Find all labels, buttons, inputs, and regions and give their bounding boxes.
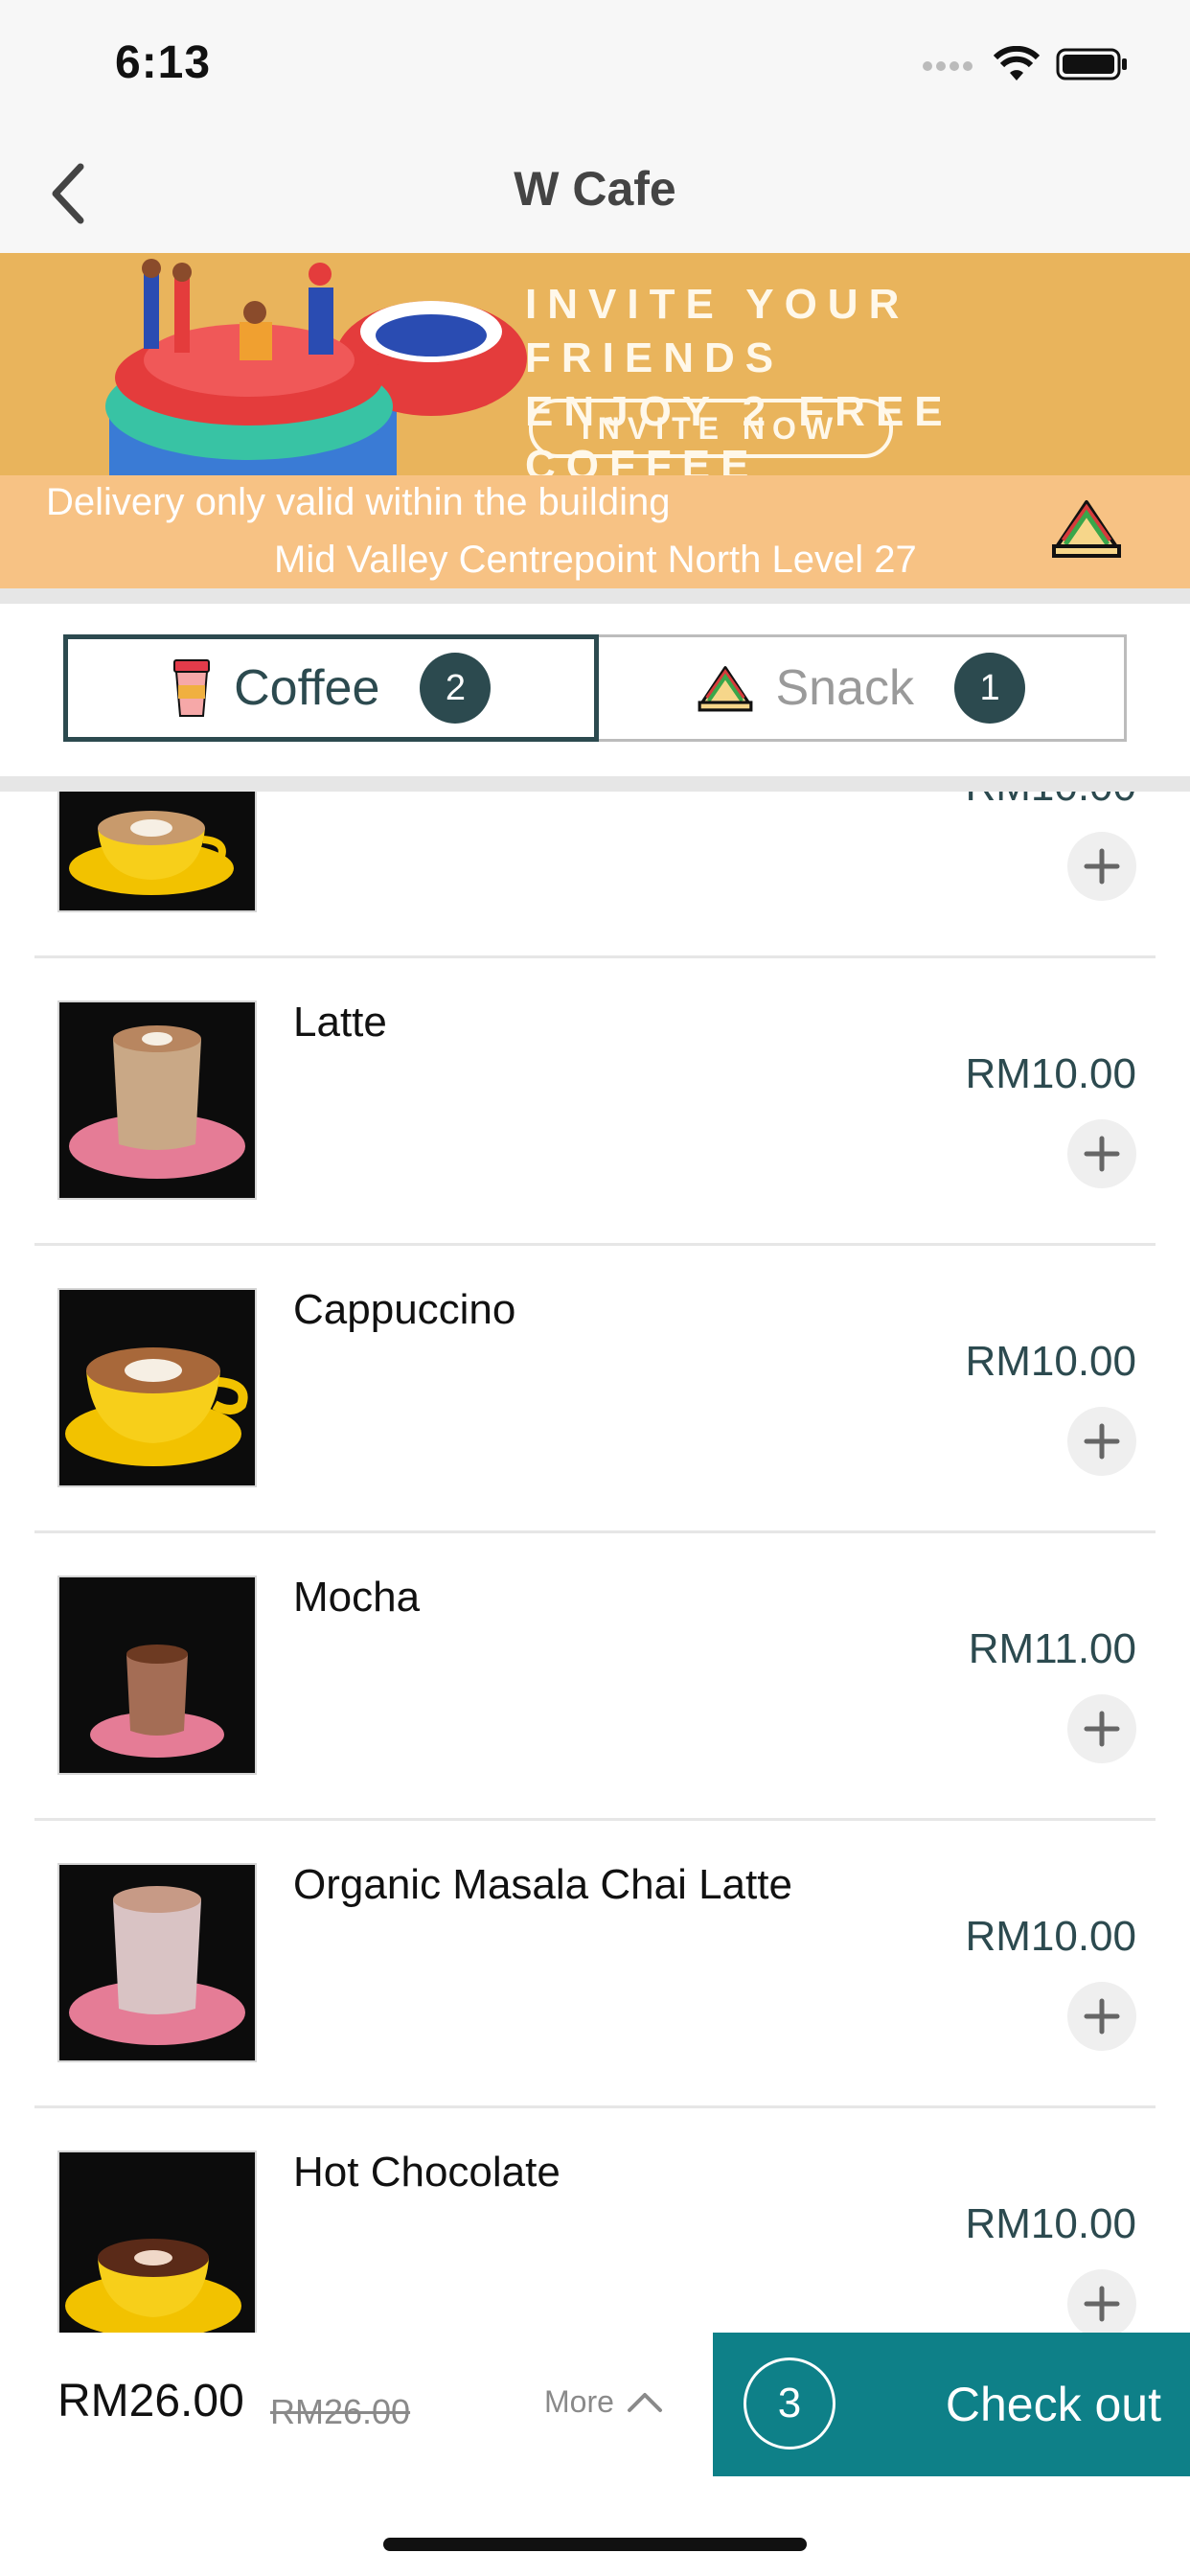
plus-icon [1084, 1136, 1120, 1172]
plus-icon [1084, 1423, 1120, 1460]
list-item[interactable]: Hot Chocolate RM10.00 [34, 2108, 1156, 2333]
list-item[interactable]: Cappuccino RM10.00 [34, 1246, 1156, 1533]
add-to-cart-button[interactable] [1067, 1694, 1136, 1763]
cappuccino-cup-image [65, 1347, 248, 1466]
list-item[interactable]: Organic Masala Chai Latte RM10.00 [34, 1821, 1156, 2108]
cart-original-total: RM26.00 [270, 2392, 411, 2431]
tab-coffee[interactable]: Coffee 2 [63, 634, 599, 742]
product-image [57, 1000, 257, 1200]
add-to-cart-button[interactable] [1067, 1407, 1136, 1476]
divider [0, 588, 1190, 604]
coffee-cup-image [69, 811, 234, 895]
navigation-bar: W Cafe [0, 134, 1190, 253]
delivery-location: Mid Valley Centrepoint North Level 27 [274, 539, 917, 581]
plus-icon [1084, 848, 1120, 885]
wifi-icon [993, 46, 1041, 80]
more-label: More [544, 2384, 614, 2419]
add-to-cart-button[interactable] [1067, 1982, 1136, 2051]
product-name: Mocha [293, 1574, 421, 1621]
product-name: Organic Masala Chai Latte [293, 1861, 792, 1908]
add-to-cart-button[interactable] [1067, 832, 1136, 901]
plus-icon [1084, 2286, 1120, 2322]
invite-now-button[interactable]: INVITE NOW [529, 399, 893, 458]
cart-bar: RM26.00 RM26.00 More 3 Check out [0, 2333, 1190, 2476]
tab-coffee-label: Coffee [234, 660, 380, 716]
home-indicator [383, 2538, 807, 2551]
cart-total: RM26.00 [57, 2376, 244, 2426]
banner-illustration [105, 259, 527, 475]
coffee-cup-icon [173, 659, 211, 717]
product-name: Cappuccino [293, 1286, 516, 1333]
latte-glass-image [69, 1025, 245, 1179]
product-price: RM10.00 [965, 2200, 1136, 2247]
sandwich-icon [1052, 500, 1121, 558]
product-price: RM11.00 [968, 1625, 1136, 1672]
delivery-notice: Delivery only valid within the building … [0, 475, 1190, 588]
product-name: Hot Chocolate [293, 2149, 561, 2196]
list-item[interactable]: Latte RM10.00 [34, 958, 1156, 1246]
page-title: W Cafe [514, 162, 676, 216]
tab-snack-count-badge: 1 [954, 653, 1026, 724]
product-image [57, 1863, 257, 2062]
product-image [57, 1288, 257, 1487]
status-icons [922, 46, 1129, 82]
add-to-cart-button[interactable] [1067, 1119, 1136, 1188]
divider [0, 776, 1190, 792]
product-name: Latte [293, 999, 387, 1046]
hot-chocolate-cup-image [65, 2239, 241, 2333]
list-item[interactable]: Mocha RM11.00 [34, 1533, 1156, 1821]
tab-coffee-count-badge: 2 [420, 653, 492, 724]
chai-latte-glass-image [69, 1886, 245, 2045]
status-time: 6:13 [115, 37, 212, 88]
banner-line-1: INVITE YOUR FRIENDS [525, 281, 910, 381]
list-item[interactable]: RM10.00 [34, 792, 1156, 958]
chevron-up-icon [627, 2392, 662, 2412]
tab-snack-label: Snack [775, 660, 915, 716]
product-image [57, 2150, 257, 2333]
product-list: RM10.00 Latte RM10.00 [0, 792, 1190, 2333]
product-image [57, 1576, 257, 1775]
signal-icon [923, 61, 973, 71]
plus-icon [1084, 1711, 1120, 1747]
checkout-label: Check out [945, 2378, 1161, 2431]
product-price: RM10.00 [965, 1913, 1136, 1960]
delivery-line-1: Delivery only valid within the building [46, 481, 671, 523]
checkout-button[interactable]: 3 Check out [713, 2333, 1190, 2476]
battery-icon [1056, 48, 1127, 80]
category-tabs: Coffee 2 Snack 1 [63, 634, 1127, 742]
product-price: RM10.00 [965, 1338, 1136, 1385]
invite-banner[interactable]: INVITE YOUR FRIENDS ENJOY 2 FREE COFFEE … [0, 253, 1190, 475]
cart-item-count: 3 [744, 2358, 835, 2450]
tab-snack[interactable]: Snack 1 [598, 634, 1127, 742]
more-button[interactable]: More [544, 2384, 664, 2420]
product-image [57, 792, 257, 912]
sandwich-icon [698, 666, 753, 712]
add-to-cart-button[interactable] [1067, 2269, 1136, 2333]
plus-icon [1084, 1998, 1120, 2035]
product-price: RM10.00 [965, 792, 1136, 811]
mocha-glass-image [90, 1644, 224, 1758]
status-bar: 6:13 [0, 0, 1190, 134]
product-price: RM10.00 [965, 1050, 1136, 1097]
